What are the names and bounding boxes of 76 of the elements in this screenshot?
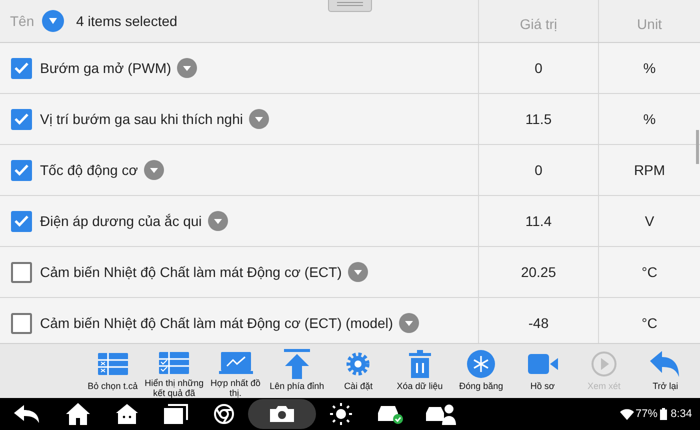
brightness-icon[interactable] bbox=[330, 403, 352, 425]
clock: 8:34 bbox=[670, 406, 692, 422]
battery-icon bbox=[660, 408, 667, 420]
parameter-name: Cảm biến Nhiệt độ Chất làm mát Động cơ (ECT) bbox=[40, 262, 342, 282]
toolbar-button[interactable]: Đóng băng bbox=[450, 344, 512, 398]
camera-icon[interactable] bbox=[248, 399, 316, 429]
column-header: Giá trị bbox=[520, 15, 558, 34]
checkbox[interactable] bbox=[11, 312, 32, 334]
caret-icon bbox=[48, 17, 58, 25]
expand-button[interactable] bbox=[348, 262, 368, 282]
play-icon bbox=[590, 351, 617, 377]
unit-cell-text: °C bbox=[642, 262, 658, 282]
unit-cell-text: °C bbox=[642, 314, 658, 332]
toolbar-button[interactable]: Lên phía đỉnh bbox=[266, 344, 328, 398]
caret-icon bbox=[182, 64, 192, 72]
value-cell-text: 0 bbox=[534, 160, 542, 180]
caret-icon bbox=[404, 320, 414, 326]
parameter-name: Tốc độ động cơ bbox=[40, 160, 138, 180]
expand-button[interactable] bbox=[208, 211, 228, 231]
dropdown-button[interactable] bbox=[42, 10, 64, 32]
unit-cell-text: V bbox=[644, 212, 654, 230]
column-header: Unit bbox=[637, 15, 662, 34]
grid-icon bbox=[98, 353, 128, 375]
upload-arrow-icon bbox=[284, 349, 310, 379]
checkbox[interactable] bbox=[11, 160, 32, 180]
toolbar-button[interactable]: Hiển thị những kết quả đã bbox=[143, 344, 205, 398]
parameter-name: Điện áp dương của ắc qui bbox=[40, 212, 202, 231]
recent-apps-icon[interactable] bbox=[164, 404, 188, 424]
drag-handle[interactable] bbox=[328, 0, 372, 12]
trash-icon bbox=[408, 350, 431, 378]
checkbox[interactable] bbox=[11, 58, 32, 78]
car-person-icon[interactable] bbox=[426, 403, 456, 425]
toolbar-button[interactable]: Trở lại bbox=[634, 344, 696, 398]
checklist-icon bbox=[159, 352, 190, 374]
value-cell-text: 11.4 bbox=[525, 212, 552, 230]
chart-icon bbox=[218, 352, 253, 374]
caret-icon bbox=[148, 166, 159, 174]
checkbox[interactable] bbox=[11, 210, 32, 232]
car-check-icon[interactable] bbox=[376, 403, 404, 425]
expand-button[interactable] bbox=[399, 313, 420, 333]
home-icon[interactable] bbox=[66, 403, 90, 425]
back-arrow-icon bbox=[650, 351, 680, 377]
browser-icon[interactable] bbox=[214, 404, 234, 424]
unit-cell-text: RPM bbox=[634, 160, 666, 180]
snowflake-icon bbox=[467, 350, 496, 378]
caret-icon bbox=[212, 218, 223, 224]
parameter-name: Cảm biến Nhiệt độ Chất làm mát Động cơ (ECT) (model) bbox=[40, 314, 394, 333]
parameter-name: Vị trí bướm ga sau khi thích nghi bbox=[40, 110, 243, 129]
caret-icon bbox=[254, 116, 264, 122]
selection-count: 4 items selected bbox=[76, 12, 178, 30]
value-cell-text: 11.5 bbox=[525, 110, 552, 128]
unit-cell-text: % bbox=[643, 110, 656, 128]
scrollbar[interactable] bbox=[696, 130, 699, 164]
checkbox[interactable] bbox=[11, 262, 32, 282]
expand-button[interactable] bbox=[144, 160, 164, 180]
video-camera-icon bbox=[528, 354, 558, 374]
toolbar-button[interactable]: Cài đặt bbox=[328, 344, 390, 398]
value-cell-text: -48 bbox=[528, 314, 549, 332]
expand-button[interactable] bbox=[248, 109, 269, 129]
value-cell-text: 20.25 bbox=[520, 262, 556, 282]
caret-icon bbox=[352, 268, 363, 276]
checkbox[interactable] bbox=[11, 108, 32, 130]
parameter-name: Bướm ga mở (PWM) bbox=[40, 58, 172, 78]
toolbar-button[interactable]: Xóa dữ liệu bbox=[389, 344, 450, 398]
android-home-icon[interactable] bbox=[116, 404, 138, 424]
column-header: Tên bbox=[10, 12, 34, 30]
gear-icon bbox=[345, 351, 372, 377]
unit-cell-text: % bbox=[643, 58, 656, 78]
toolbar-button[interactable]: Hợp nhất đồ thị. bbox=[204, 344, 266, 398]
expand-button[interactable] bbox=[177, 58, 198, 78]
value-cell-text: 0 bbox=[534, 58, 542, 78]
wifi-icon bbox=[620, 408, 634, 420]
toolbar-button[interactable]: Bỏ chọn t.cả bbox=[82, 344, 144, 398]
battery-percent: 77% bbox=[636, 406, 658, 422]
toolbar-button[interactable]: Hồ sơ bbox=[512, 344, 574, 398]
back-arrow-icon[interactable] bbox=[14, 405, 40, 423]
